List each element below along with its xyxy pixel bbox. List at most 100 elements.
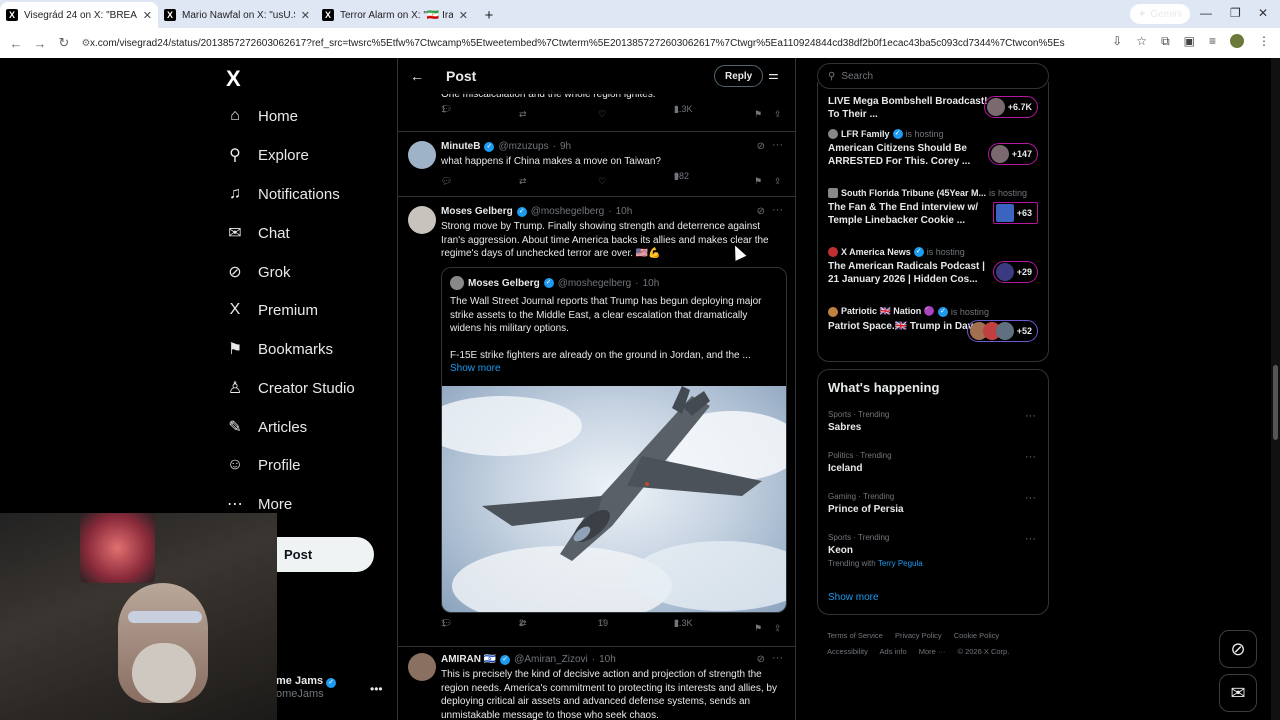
- sliders-icon[interactable]: ⚌: [768, 68, 779, 82]
- space-item[interactable]: LFR Family ✓ is hosting American Citizens …: [828, 129, 1040, 168]
- trend-item[interactable]: Sports · Trending Keon Trending with Ter…: [828, 533, 1040, 568]
- tweet[interactable]: MinuteB ✓ @mzuzups · 9h ⊘ ··· what happe…: [398, 132, 795, 197]
- repost-icon[interactable]: ⇄: [519, 176, 527, 187]
- show-more-link[interactable]: Show more: [450, 363, 501, 374]
- account-switcher[interactable]: me Jams ✓ omeJams: [276, 675, 337, 700]
- split-view-icon[interactable]: ▣: [1184, 34, 1195, 49]
- trend-item[interactable]: Politics · Trending Iceland ···: [828, 451, 1040, 474]
- close-tab-icon[interactable]: ✕: [459, 9, 468, 22]
- space-item[interactable]: Patriotic 🇬🇧 Nation 🟣 ✓ is hosting Patriot…: [828, 306, 1040, 342]
- share-icon[interactable]: ⇪: [774, 176, 782, 187]
- trend-more-icon[interactable]: ···: [1025, 533, 1036, 545]
- forward-icon[interactable]: →: [28, 36, 52, 51]
- minimize-icon[interactable]: —: [1200, 6, 1212, 20]
- profile-avatar[interactable]: [1230, 34, 1244, 48]
- messages-fab-icon[interactable]: ✉: [1219, 674, 1257, 712]
- tweet[interactable]: AMIRAN 🇮🇱 ✓ @Amiran_Zizovi · 10h ⊘ ··· T…: [398, 647, 795, 720]
- nav-bookmarks[interactable]: ⚑ Bookmarks: [226, 334, 333, 364]
- post-button[interactable]: Post: [276, 537, 374, 572]
- more-icon[interactable]: ···: [772, 139, 783, 151]
- browser-tab-terror-alarm[interactable]: X Terror Alarm on X: "🇮🇷 Iran ... ✕: [316, 2, 474, 28]
- fighter-jet-image[interactable]: [442, 386, 786, 612]
- tweet-author[interactable]: Moses Gelberg ✓ @moshegelberg · 10h: [441, 206, 632, 217]
- more-icon[interactable]: ···: [772, 204, 783, 216]
- url-field[interactable]: x.com/visegrad24/status/2013857272603062…: [90, 35, 1065, 51]
- tweet-author[interactable]: AMIRAN 🇮🇱 ✓ @Amiran_Zizovi · 10h: [441, 654, 616, 665]
- reload-icon[interactable]: ↻: [52, 35, 76, 51]
- nav-chat[interactable]: ✉ Chat: [226, 218, 289, 248]
- extensions-icon[interactable]: ⧉: [1161, 34, 1170, 49]
- space-item[interactable]: South Florida Tribune (45Year M... is hos…: [828, 188, 1040, 227]
- browser-menu-icon[interactable]: ⋮: [1258, 34, 1270, 49]
- grok-icon[interactable]: ⊘: [757, 206, 765, 217]
- share-icon[interactable]: ⇪: [774, 109, 782, 120]
- back-arrow-icon[interactable]: ←: [410, 68, 424, 84]
- listener-pill: +29: [992, 261, 1038, 283]
- nav-premium[interactable]: X Premium: [226, 295, 318, 325]
- trend-item[interactable]: Gaming · Trending Prince of Persia ···: [828, 492, 1040, 515]
- gemini-button[interactable]: ✦ Gemini: [1129, 4, 1190, 24]
- tweet[interactable]: Moses Gelberg ✓ @moshegelberg · 10h ⊘ ··…: [398, 197, 795, 647]
- media-icon[interactable]: ≡: [1209, 34, 1216, 49]
- bookmark-icon[interactable]: ⚑: [754, 623, 762, 634]
- trend-more-icon[interactable]: ···: [1025, 451, 1036, 463]
- trend-more-icon[interactable]: ···: [1025, 410, 1036, 422]
- reply-button[interactable]: Reply: [714, 65, 764, 87]
- footer-link[interactable]: Accessibility: [827, 647, 868, 656]
- avatar[interactable]: [408, 141, 436, 169]
- avatar: [828, 247, 838, 257]
- browser-tab-mario[interactable]: X Mario Nawfal on X: "usU.S. AIR... ✕: [158, 2, 316, 28]
- grok-icon[interactable]: ⊘: [757, 141, 765, 152]
- reply-icon[interactable]: 💬︎: [441, 176, 452, 187]
- footer-link[interactable]: Cookie Policy: [954, 631, 999, 640]
- trend-more-icon[interactable]: ···: [1025, 492, 1036, 504]
- bookmark-icon[interactable]: ⚑: [754, 109, 762, 120]
- nav-articles[interactable]: ✎ Articles: [226, 412, 307, 442]
- nav-explore[interactable]: ⚲ Explore: [226, 140, 309, 170]
- quoted-tweet[interactable]: Moses Gelberg ✓ @moshegelberg · 10h The …: [441, 267, 787, 613]
- avatar[interactable]: [408, 653, 436, 681]
- new-tab-icon[interactable]: +: [478, 4, 500, 26]
- back-icon[interactable]: ←: [4, 36, 28, 51]
- bookmark-star-icon[interactable]: ☆: [1136, 34, 1147, 49]
- footer-link[interactable]: Terms of Service: [827, 631, 883, 640]
- share-icon[interactable]: ⇪: [774, 623, 782, 634]
- avatar[interactable]: [408, 206, 436, 234]
- close-tab-icon[interactable]: ✕: [301, 9, 310, 22]
- space-item[interactable]: LIVE Mega Bombshell Broadcast! To Their …: [828, 92, 1040, 121]
- search-input[interactable]: ⚲ Search: [817, 63, 1049, 89]
- install-icon[interactable]: ⇩: [1112, 34, 1122, 49]
- trend-item[interactable]: Sports · Trending Sabres ···: [828, 410, 1040, 433]
- grok-icon[interactable]: ⊘: [757, 654, 765, 665]
- browser-tab-strip: X Visegrád 24 on X: "BREAKING: ... ✕ X M…: [0, 0, 1280, 28]
- x-logo-icon[interactable]: X: [226, 66, 241, 92]
- nav-creator-studio[interactable]: ♙ Creator Studio: [226, 373, 355, 403]
- footer-link[interactable]: More ···: [919, 647, 946, 656]
- nav-profile[interactable]: ☺ Profile: [226, 450, 301, 480]
- footer-link[interactable]: Ads info: [880, 647, 907, 656]
- nav-label: Bookmarks: [258, 340, 334, 358]
- footer-link[interactable]: Privacy Policy: [895, 631, 942, 640]
- tweet-time: 10h: [615, 206, 633, 217]
- listener-pill: +147: [987, 143, 1038, 165]
- scrollbar-thumb[interactable]: [1273, 365, 1278, 440]
- like-icon[interactable]: ♡: [598, 109, 606, 120]
- nav-notifications[interactable]: ♫ Notifications: [226, 179, 340, 209]
- grok-fab-icon[interactable]: ⊘: [1219, 630, 1257, 668]
- nav-grok[interactable]: ⊘ Grok: [226, 257, 290, 287]
- account-more-icon[interactable]: •••: [370, 682, 383, 696]
- like-icon[interactable]: ♡: [598, 176, 606, 187]
- close-tab-icon[interactable]: ✕: [143, 9, 152, 22]
- show-more-link[interactable]: Show more: [828, 592, 879, 603]
- close-window-icon[interactable]: ✕: [1258, 6, 1268, 20]
- tweet-author[interactable]: MinuteB ✓ @mzuzups · 9h: [441, 141, 571, 152]
- more-icon[interactable]: ···: [772, 652, 783, 664]
- bookmark-icon[interactable]: ⚑: [754, 176, 762, 187]
- space-item[interactable]: X America News ✓ is hosting The American R…: [828, 247, 1040, 286]
- nav-label: Notifications: [258, 185, 340, 203]
- trending-with-link[interactable]: Terry Pegula: [878, 559, 923, 568]
- browser-tab-visegrad[interactable]: X Visegrád 24 on X: "BREAKING: ... ✕: [0, 2, 158, 28]
- repost-icon[interactable]: ⇄: [519, 109, 527, 120]
- nav-home[interactable]: ⌂ Home: [226, 101, 298, 131]
- maximize-icon[interactable]: ❐: [1230, 6, 1241, 20]
